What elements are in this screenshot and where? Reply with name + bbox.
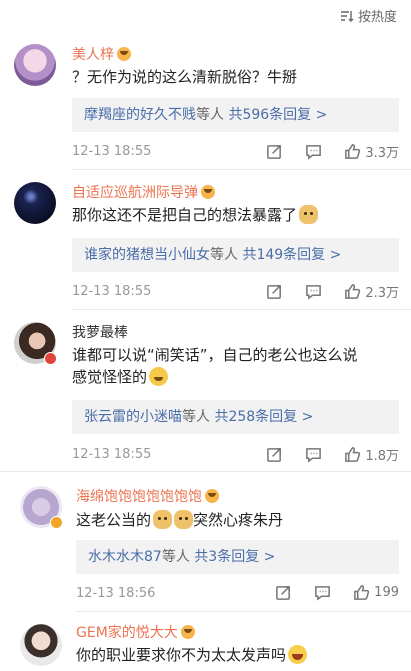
like-count: 3.3万 xyxy=(365,146,399,161)
like-button[interactable]: 199 xyxy=(353,584,399,601)
comment-icon xyxy=(306,285,322,300)
comment-button[interactable] xyxy=(305,283,322,300)
like-button[interactable]: 1.8万 xyxy=(344,445,399,464)
comment-text-line: 感觉怪怪的 xyxy=(72,368,148,386)
comment-time: 12-13 18:55 xyxy=(72,284,152,299)
comment-text: ？无作为说的这么清新脱俗？牛掰 xyxy=(72,68,298,86)
comment-username[interactable]: 海绵饱饱饱饱饱饱饱 xyxy=(76,486,219,506)
avatar[interactable] xyxy=(14,182,56,224)
comment-username[interactable]: GEM家的悦大大 xyxy=(76,622,195,642)
comment-item: 我萝最棒 谁都可以说“闹笑话”，自己的老公也这么说 感觉怪怪的 张云雷的小迷喵等… xyxy=(0,310,411,472)
reply-preview-link[interactable]: 谁家的猪想当小仙女等人 共149条回复 > xyxy=(72,238,399,272)
comment-text: 这老公当的 突然心疼朱丹 xyxy=(76,510,284,529)
reply-preview-link[interactable]: 水木水木87等人 共3条回复 > xyxy=(76,540,399,574)
doge-emoji-icon xyxy=(174,510,194,529)
comment-text: 谁都可以说“闹笑话”，自己的老公也这么说 感觉怪怪的 xyxy=(72,344,358,388)
comment-time: 12-13 18:55 xyxy=(72,144,152,159)
thumbs-up-icon xyxy=(345,284,361,299)
like-count: 199 xyxy=(374,585,399,600)
comment-username[interactable]: 我萝最棒 xyxy=(72,322,128,342)
laugh-emoji-icon xyxy=(288,645,308,664)
smile-emoji-icon xyxy=(149,367,169,386)
comment-username[interactable]: 自适应巡航洲际导弹 xyxy=(72,182,215,202)
doge-emoji-icon xyxy=(299,205,319,224)
repost-button[interactable] xyxy=(275,584,292,601)
repost-button[interactable] xyxy=(266,283,283,300)
reply-preview-link[interactable]: 摩羯座的好久不贱等人 共596条回复 > xyxy=(72,98,399,132)
thumbs-up-icon xyxy=(354,585,370,600)
reply-preview-link[interactable]: 张云雷的小迷喵等人 共258条回复 > xyxy=(72,400,399,434)
like-button[interactable]: 2.3万 xyxy=(344,282,399,301)
emoji-badge-icon xyxy=(201,185,215,199)
comment-meta: 12-13 18:55 3.3万 xyxy=(72,142,399,162)
emoji-badge-icon xyxy=(180,625,195,639)
thumbs-up-icon xyxy=(345,447,361,462)
comment-meta: 12-13 18:55 2.3万 xyxy=(72,282,399,302)
comment-item: 自适应巡航洲际导弹 那你这还不是把自己的想法暴露了 谁家的猪想当小仙女等人 共1… xyxy=(0,170,411,310)
comment-text: 那你这还不是把自己的想法暴露了 xyxy=(72,204,319,226)
share-icon xyxy=(267,448,282,462)
comment-text: 你的职业要求你不为太太发声吗 xyxy=(76,644,308,666)
comment-meta: 12-13 18:56 199 xyxy=(76,584,399,604)
sort-label: 按热度 xyxy=(357,10,397,25)
comment-item: GEM家的悦大大 你的职业要求你不为太太发声吗 xyxy=(0,612,411,671)
share-icon xyxy=(276,586,291,600)
comment-username[interactable]: 美人梓 xyxy=(72,44,131,64)
doge-emoji-icon xyxy=(153,510,173,529)
avatar[interactable] xyxy=(14,44,56,86)
comment-item: 美人梓 ？无作为说的这么清新脱俗？牛掰 摩羯座的好久不贱等人 共596条回复 >… xyxy=(0,30,411,170)
repost-button[interactable] xyxy=(266,446,283,463)
comment-text-line: 谁都可以说“闹笑话”，自己的老公也这么说 xyxy=(72,346,358,364)
comment-time: 12-13 18:55 xyxy=(72,447,152,462)
top-bar: 按热度 xyxy=(0,0,411,30)
emoji-badge-icon xyxy=(205,489,219,503)
comment-time: 12-13 18:56 xyxy=(76,586,156,601)
comment-button[interactable] xyxy=(305,143,322,160)
emoji-badge-icon xyxy=(117,47,131,61)
comment-icon xyxy=(306,145,322,160)
thumbs-up-icon xyxy=(345,144,361,159)
comment-icon xyxy=(315,586,331,601)
repost-button[interactable] xyxy=(266,143,283,160)
avatar[interactable] xyxy=(20,624,62,666)
comment-item: 海绵饱饱饱饱饱饱饱 这老公当的 突然心疼朱丹 水木水木87等人 共3条回复 > 1… xyxy=(0,472,411,612)
like-button[interactable]: 3.3万 xyxy=(344,142,399,161)
sort-icon xyxy=(340,10,354,22)
like-count: 1.8万 xyxy=(365,449,399,464)
like-count: 2.3万 xyxy=(365,286,399,301)
comment-meta: 12-13 18:55 1.8万 xyxy=(72,445,399,465)
share-icon xyxy=(267,285,282,299)
comment-icon xyxy=(306,448,322,463)
share-icon xyxy=(267,145,282,159)
comment-button[interactable] xyxy=(305,446,322,463)
comment-button[interactable] xyxy=(314,584,331,601)
vip-badge-icon xyxy=(44,352,57,365)
sort-by-hot-button[interactable]: 按热度 xyxy=(340,6,397,25)
vip-badge-icon xyxy=(50,516,63,529)
